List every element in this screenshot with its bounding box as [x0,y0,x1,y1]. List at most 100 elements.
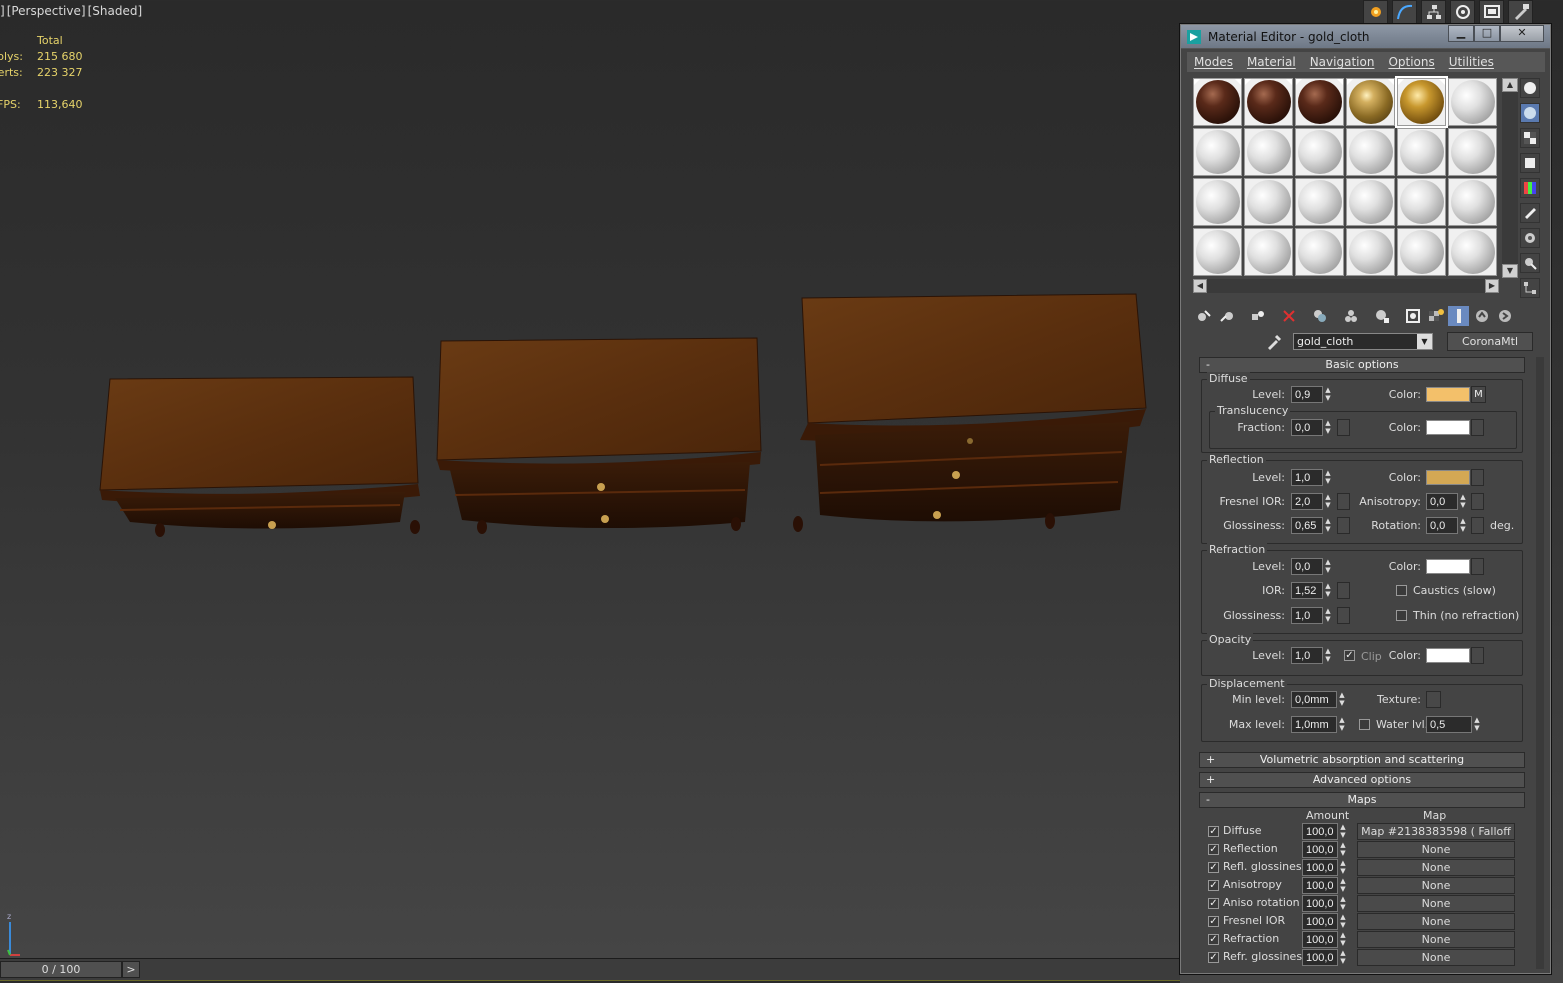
translucency-color-swatch[interactable] [1426,420,1470,435]
options-icon[interactable] [1520,228,1540,248]
map-amount-input[interactable] [1302,823,1338,840]
dresser-large[interactable] [793,293,1147,532]
time-slider[interactable]: 0 / 100 > [0,958,1180,983]
slots-vertical-scrollbar[interactable]: ▲ ▼ [1502,78,1518,278]
sample-slot[interactable] [1397,228,1446,276]
sample-slot[interactable] [1295,228,1344,276]
translucency-color-map-button[interactable] [1471,419,1484,436]
sample-type-icon[interactable] [1520,78,1540,98]
diffuse-color-swatch[interactable] [1426,387,1470,402]
sample-slot[interactable] [1448,128,1497,176]
fresnel-ior-input[interactable] [1291,493,1323,510]
material-editor-icon[interactable] [1450,0,1475,24]
sample-slot[interactable] [1397,128,1446,176]
map-amount-input[interactable] [1302,877,1338,894]
menu-modes[interactable]: Modes [1187,52,1240,72]
slots-horizontal-scrollbar[interactable]: ◀ ▶ [1193,279,1499,293]
sample-slot[interactable] [1448,178,1497,226]
sample-slot[interactable] [1346,178,1395,226]
opacity-color-map-button[interactable] [1471,647,1484,664]
dresser-medium[interactable] [436,337,762,534]
rendered-frame-icon[interactable] [1479,0,1504,24]
displacement-min-input[interactable] [1291,691,1337,708]
scroll-left-button[interactable]: ◀ [1193,279,1207,293]
close-button[interactable]: ✕ [1500,25,1544,42]
map-amount-input[interactable] [1302,931,1338,948]
map-slot-button[interactable]: Map #2138383598 ( Falloff ) [1357,823,1515,853]
map-slot-button[interactable]: None [1357,949,1515,966]
map-enable-checkbox[interactable]: ✓ [1208,862,1219,873]
sample-slot[interactable] [1193,128,1242,176]
map-slot-button[interactable]: None [1357,841,1515,858]
sample-slot[interactable] [1244,128,1293,176]
map-slot-button[interactable]: None [1357,859,1515,876]
map-amount-input[interactable] [1302,949,1338,966]
refraction-glossiness-input[interactable] [1291,607,1323,624]
map-slot-button[interactable]: None [1357,931,1515,948]
pick-material-eyedropper-icon[interactable] [1265,333,1283,354]
map-slot-button[interactable]: None [1357,895,1515,912]
translucency-fraction-input[interactable] [1291,419,1323,436]
scroll-up-button[interactable]: ▲ [1502,78,1518,92]
map-amount-input[interactable] [1302,895,1338,912]
put-to-library-icon[interactable] [1371,306,1392,326]
dresser-small[interactable] [99,376,420,537]
refraction-glossiness-map-button[interactable] [1337,607,1350,624]
displacement-max-input[interactable] [1291,716,1337,733]
material-type-button[interactable]: CoronaMtl [1447,332,1533,351]
sample-slot[interactable] [1448,228,1497,276]
map-enable-checkbox[interactable]: ✓ [1208,880,1219,891]
put-material-to-scene-icon[interactable] [1216,306,1237,326]
sample-uv-tiling-icon[interactable] [1520,153,1540,173]
ior-input[interactable] [1291,582,1323,599]
sample-slot[interactable] [1193,78,1242,126]
opacity-color-swatch[interactable] [1426,648,1470,663]
sample-slot[interactable] [1244,78,1293,126]
material-editor-window[interactable]: Material Editor - gold_cloth ▁ □ ✕ Modes… [1180,24,1551,974]
menu-options[interactable]: Options [1381,52,1441,72]
rollout-basic-options[interactable]: - Basic options [1199,357,1525,373]
sample-slot[interactable] [1295,128,1344,176]
map-amount-input[interactable] [1302,913,1338,930]
sample-slot[interactable] [1346,128,1395,176]
anisotropy-input[interactable] [1426,493,1458,510]
maximize-button[interactable]: □ [1474,25,1500,42]
reflection-glossiness-input[interactable] [1291,517,1323,534]
map-enable-checkbox[interactable]: ✓ [1208,934,1219,945]
map-enable-checkbox[interactable]: ✓ [1208,952,1219,963]
get-material-icon[interactable] [1193,306,1214,326]
sample-slot[interactable] [1244,228,1293,276]
menu-navigation[interactable]: Navigation [1303,52,1382,72]
select-by-material-icon[interactable] [1520,253,1540,273]
map-slot-button[interactable]: None [1357,913,1515,930]
make-preview-icon[interactable] [1520,203,1540,223]
assign-material-icon[interactable] [1247,306,1268,326]
scroll-right-button[interactable]: ▶ [1485,279,1499,293]
water-level-checkbox[interactable] [1359,719,1370,730]
map-slot-button[interactable]: None [1357,877,1515,894]
sample-slot[interactable] [1395,76,1448,128]
clip-checkbox[interactable]: ✓ [1344,650,1355,661]
time-slider-next-button[interactable]: > [122,961,140,978]
displacement-texture-button[interactable] [1426,691,1441,708]
menu-material[interactable]: Material [1240,52,1303,72]
sample-slot[interactable] [1448,78,1497,126]
minimize-button[interactable]: ▁ [1448,25,1474,42]
material-map-navigator-icon[interactable] [1520,278,1540,298]
schematic-view-icon[interactable] [1421,0,1446,24]
background-checker-icon[interactable] [1520,128,1540,148]
diffuse-map-button[interactable]: M [1471,386,1486,403]
reflection-level-input[interactable] [1291,469,1323,486]
show-map-in-viewport-icon[interactable] [1425,306,1446,326]
sample-slot[interactable] [1295,178,1344,226]
time-slider-frame[interactable]: 0 / 100 [0,961,122,978]
reset-map-icon[interactable] [1278,306,1299,326]
render-icon[interactable] [1508,0,1533,24]
reflection-color-map-button[interactable] [1471,469,1484,486]
material-id-channel-icon[interactable] [1402,306,1423,326]
opacity-level-input[interactable] [1291,647,1323,664]
map-enable-checkbox[interactable]: ✓ [1208,844,1219,855]
reflection-color-swatch[interactable] [1426,470,1470,485]
parameters-scrollbar[interactable] [1536,357,1544,969]
scroll-down-button[interactable]: ▼ [1502,264,1518,278]
